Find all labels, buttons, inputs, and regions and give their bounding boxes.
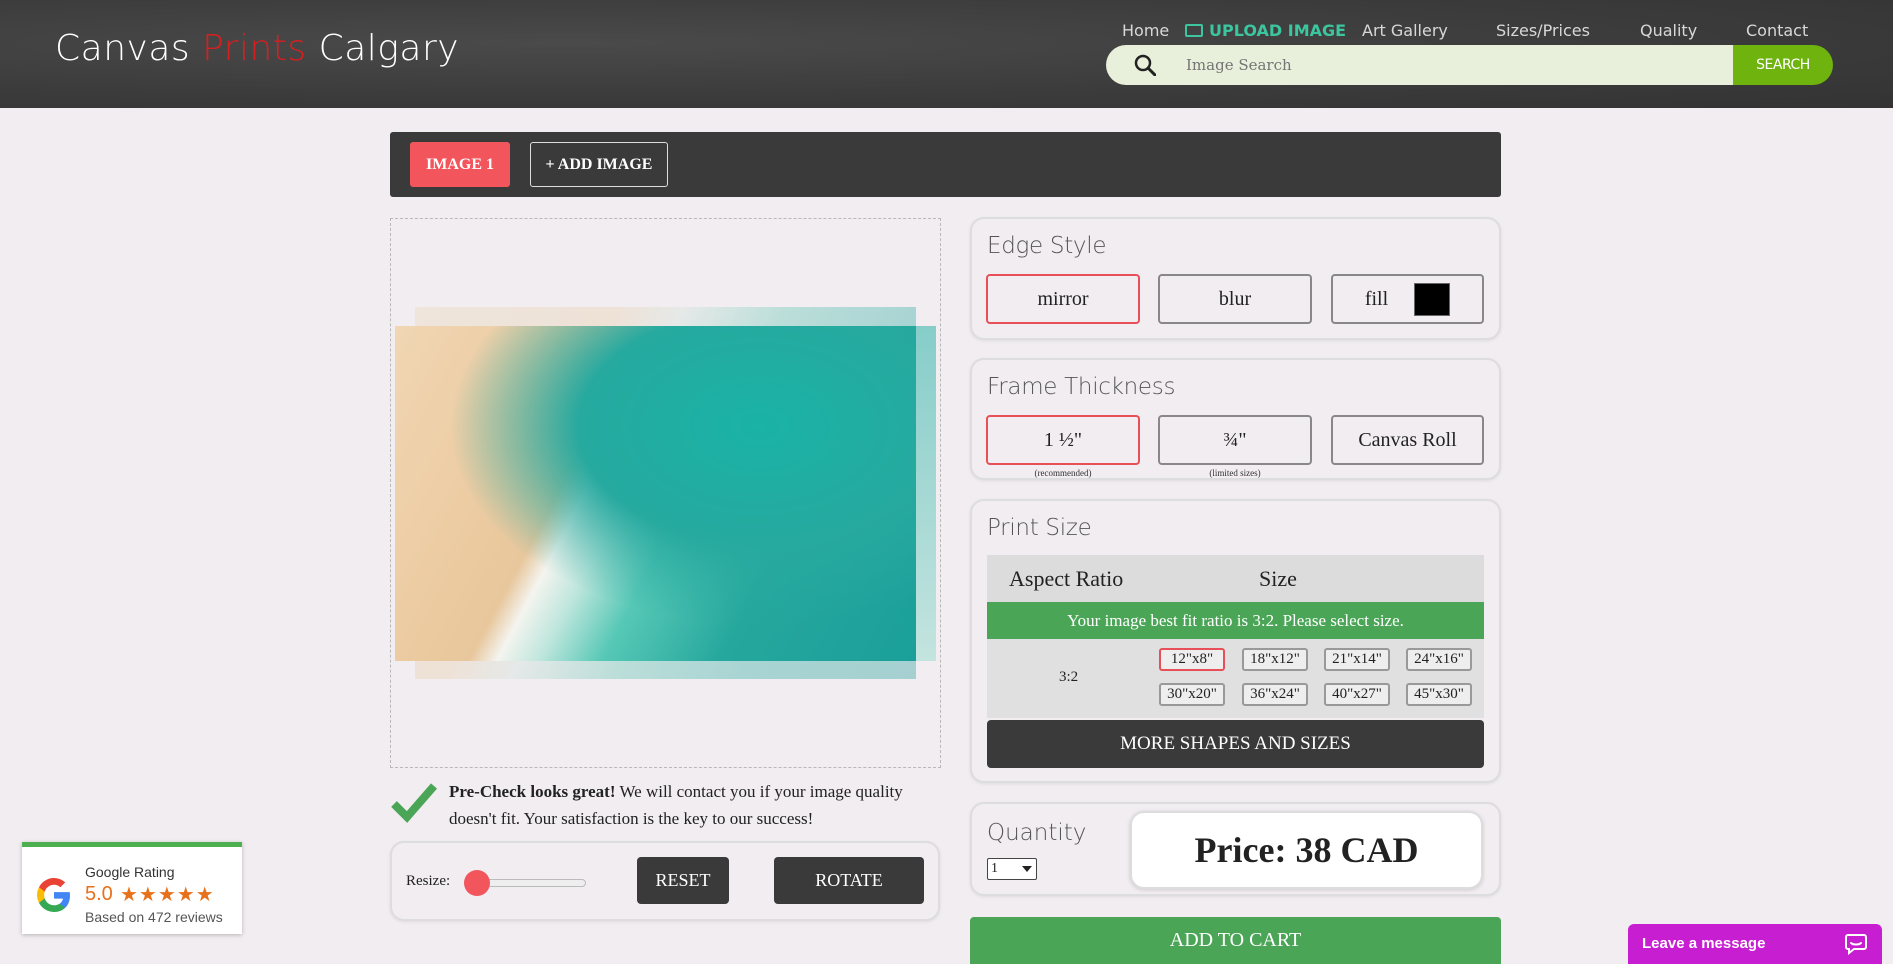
nav-upload-image[interactable]: UPLOAD IMAGE bbox=[1185, 21, 1346, 40]
reset-button[interactable]: RESET bbox=[637, 857, 729, 904]
nav-contact[interactable]: Contact bbox=[1746, 21, 1808, 40]
google-review-count: Based on 472 reviews bbox=[85, 909, 223, 925]
precheck-message: Pre-Check looks great! We will contact y… bbox=[449, 778, 949, 832]
google-rating-title: Google Rating bbox=[85, 864, 175, 880]
ratio-label: 3:2 bbox=[1059, 669, 1079, 685]
frame-thickness-panel: Frame Thickness 1 ½" (recommended) ¾" (l… bbox=[970, 358, 1501, 480]
nav-sizes-prices[interactable]: Sizes/Prices bbox=[1496, 21, 1590, 40]
frame-option-canvas-roll[interactable]: Canvas Roll bbox=[1331, 415, 1484, 465]
size-option[interactable]: 18"x12" bbox=[1242, 648, 1308, 671]
size-table-header: Aspect Ratio Size bbox=[987, 555, 1484, 602]
site-logo[interactable]: Canvas Prints Calgary bbox=[55, 28, 459, 69]
edge-style-title: Edge Style bbox=[987, 233, 1107, 259]
size-option[interactable]: 30"x20" bbox=[1159, 683, 1225, 706]
quantity-value: 1 bbox=[991, 861, 998, 876]
uploaded-photo[interactable] bbox=[395, 326, 916, 661]
nav-upload-label: UPLOAD IMAGE bbox=[1209, 21, 1347, 40]
search-input[interactable] bbox=[1106, 45, 1736, 85]
resize-label: Resize: bbox=[406, 873, 451, 889]
quantity-title: Quantity bbox=[987, 820, 1087, 846]
folder-icon bbox=[1185, 24, 1203, 37]
chevron-down-icon bbox=[1022, 866, 1032, 872]
best-fit-banner: Your image best fit ratio is 3:2. Please… bbox=[987, 602, 1484, 639]
quantity-select[interactable]: 1 bbox=[987, 858, 1037, 880]
image-preview bbox=[390, 218, 941, 768]
col-size: Size bbox=[1259, 566, 1297, 591]
leave-message-chat-button[interactable]: Leave a message bbox=[1628, 924, 1882, 964]
main-nav: Home UPLOAD IMAGE Art Gallery Sizes/Pric… bbox=[1100, 18, 1840, 42]
nav-home[interactable]: Home bbox=[1122, 21, 1169, 40]
logo-text-accent: Prints bbox=[202, 28, 307, 69]
star-rating-icon: ★★★★★ bbox=[120, 884, 215, 906]
edge-option-mirror[interactable]: mirror bbox=[986, 274, 1140, 324]
price-display: Price: 38 CAD bbox=[1130, 811, 1483, 889]
nav-art-gallery[interactable]: Art Gallery bbox=[1362, 21, 1448, 40]
quantity-panel: Quantity 1 Price: 38 CAD bbox=[970, 802, 1501, 896]
edge-option-fill[interactable]: fill bbox=[1331, 274, 1484, 324]
search-bar: SEARCH bbox=[1106, 45, 1833, 85]
site-header: Canvas Prints Calgary Home UPLOAD IMAGE … bbox=[0, 0, 1893, 108]
fill-color-swatch[interactable] bbox=[1414, 282, 1451, 316]
google-logo-icon bbox=[37, 878, 70, 912]
resize-slider-handle[interactable] bbox=[464, 870, 490, 896]
col-aspect-ratio: Aspect Ratio bbox=[1009, 566, 1124, 591]
rotate-button[interactable]: ROTATE bbox=[774, 857, 924, 904]
google-rating-widget[interactable]: Google Rating 5.0 ★★★★★ Based on 472 rev… bbox=[22, 842, 242, 934]
tab-image-1[interactable]: IMAGE 1 bbox=[410, 142, 510, 187]
frame-option-1-5[interactable]: 1 ½" bbox=[986, 415, 1140, 465]
google-rating-score: 5.0 bbox=[85, 883, 113, 905]
canvas-side-edge bbox=[916, 326, 936, 661]
chat-bubble-icon bbox=[1845, 934, 1867, 955]
frame-option-0-75[interactable]: ¾" bbox=[1158, 415, 1312, 465]
size-option[interactable]: 12"x8" bbox=[1159, 648, 1225, 671]
edge-style-panel: Edge Style mirror blur fill bbox=[970, 217, 1501, 340]
search-button[interactable]: SEARCH bbox=[1733, 45, 1833, 85]
size-option[interactable]: 24"x16" bbox=[1406, 648, 1472, 671]
chat-label: Leave a message bbox=[1642, 935, 1766, 952]
resize-controls: Resize: RESET ROTATE bbox=[390, 841, 940, 921]
frame-thickness-title: Frame Thickness bbox=[987, 374, 1176, 400]
print-size-title: Print Size bbox=[987, 515, 1092, 541]
size-option[interactable]: 45"x30" bbox=[1406, 683, 1472, 706]
frame-note-limited: (limited sizes) bbox=[1209, 468, 1261, 478]
frame-note-recommended: (recommended) bbox=[1034, 468, 1092, 478]
print-size-panel: Print Size Aspect Ratio Size Your image … bbox=[970, 499, 1501, 783]
size-option[interactable]: 36"x24" bbox=[1242, 683, 1308, 706]
size-option[interactable]: 40"x27" bbox=[1324, 683, 1390, 706]
image-tabs-bar: IMAGE 1 + ADD IMAGE bbox=[390, 132, 1501, 197]
edge-option-fill-label: fill bbox=[1364, 287, 1389, 310]
logo-text-1: Canvas bbox=[55, 28, 203, 69]
checkmark-icon bbox=[391, 783, 438, 823]
logo-text-3: Calgary bbox=[306, 28, 460, 69]
precheck-bold: Pre-Check looks great! bbox=[449, 782, 616, 801]
edge-option-blur[interactable]: blur bbox=[1158, 274, 1312, 324]
more-shapes-button[interactable]: MORE SHAPES AND SIZES bbox=[987, 720, 1484, 768]
size-option[interactable]: 21"x14" bbox=[1324, 648, 1390, 671]
search-icon bbox=[1134, 54, 1156, 76]
add-to-cart-button[interactable]: ADD TO CART bbox=[970, 917, 1501, 964]
add-image-button[interactable]: + ADD IMAGE bbox=[530, 142, 668, 187]
size-grid: 3:2 12"x8" 18"x12" 21"x14" 24"x16" 30"x2… bbox=[987, 639, 1484, 718]
nav-quality[interactable]: Quality bbox=[1640, 21, 1697, 40]
